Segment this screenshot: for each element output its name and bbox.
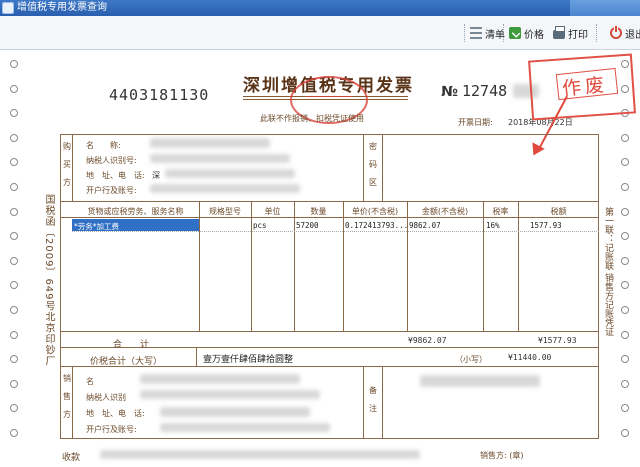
col-header-amount: 金额(不含税) <box>421 207 469 216</box>
col-divider <box>196 347 197 366</box>
printer-icon <box>553 25 565 39</box>
print-button[interactable]: 打印 <box>553 25 588 41</box>
price-icon <box>509 27 521 39</box>
item-unit-price: 0.172413793... <box>345 221 409 230</box>
col-header-spec: 规格型号 <box>209 207 241 216</box>
exit-button[interactable]: 退出 <box>610 25 640 41</box>
buyer-address-label: 地 址、电 话: <box>86 171 145 180</box>
remark-label: 备注 <box>369 386 377 413</box>
col-divider <box>72 134 73 201</box>
price-label: 价格 <box>524 29 544 41</box>
col-divider <box>251 201 252 331</box>
redacted-buyer-name <box>150 138 270 148</box>
total-amount: ¥9862.07 <box>408 336 447 345</box>
redacted-seller-address <box>160 407 310 417</box>
col-divider <box>483 201 484 331</box>
grand-total-words: 壹万壹仟肆佰肆拾圆整 <box>203 355 294 365</box>
buyer-section-label: 购买方 <box>63 142 71 187</box>
item-unit: pcs <box>253 221 267 230</box>
redacted-seller-name <box>140 374 300 384</box>
seller-section-label: 销售方 <box>63 374 71 419</box>
col-divider <box>363 134 364 201</box>
buyer-tax-id-label: 纳税人识别号: <box>86 156 137 165</box>
redacted-buyer-address <box>165 169 295 178</box>
redacted-seller-tax-id <box>140 390 320 399</box>
print-label: 打印 <box>568 29 588 41</box>
grand-total-small: ¥11440.00 <box>508 353 552 362</box>
item-qty: 57200 <box>296 221 319 230</box>
invoice-number-prefix: № <box>441 84 458 100</box>
side-print-code: 国税函〔2009〕649号北京印钞厂 <box>43 194 54 367</box>
toolbar-separator <box>596 24 598 42</box>
total-label: 合 计 <box>113 340 150 350</box>
payee-label: 收款 <box>62 453 81 463</box>
seller-address-label: 地 址、电 话: <box>86 409 145 418</box>
password-area-label: 密码区 <box>369 142 377 187</box>
col-divider <box>382 134 383 201</box>
redacted-footer <box>100 450 420 459</box>
col-divider <box>294 201 295 331</box>
item-name[interactable]: *劳务*加工费 <box>74 221 119 232</box>
total-tax: ¥1577.93 <box>538 336 577 345</box>
buyer-address-partial: 深 <box>152 171 160 180</box>
redacted-buyer-bank <box>150 184 300 193</box>
toolbar-separator <box>464 24 466 42</box>
col-divider <box>199 201 200 331</box>
price-button[interactable]: 价格 <box>509 25 544 41</box>
right-sprocket-holes <box>621 60 631 454</box>
power-icon <box>610 26 622 39</box>
row-dotted-line <box>72 231 599 232</box>
grand-total-small-label: （小写） <box>455 355 487 364</box>
col-header-qty: 数量 <box>310 207 327 216</box>
seller-name-label: 名 <box>86 377 94 386</box>
toolbar: 清单 价格 打印 退出 <box>0 16 640 50</box>
redacted-seller-bank <box>160 423 330 432</box>
clear-list-button[interactable]: 清单 <box>470 25 505 41</box>
row-divider <box>60 331 599 332</box>
window-title: 增值税专用发票查询 <box>17 2 107 13</box>
item-amount: 9862.07 <box>409 221 441 230</box>
seller-bank-label: 开户行及账号: <box>86 425 137 434</box>
list-icon <box>470 27 482 39</box>
col-header-rate: 税率 <box>492 207 509 216</box>
invoice-subtitle: 此联不作报销、扣税凭证使用 <box>260 114 364 123</box>
date-label: 开票日期: <box>458 118 493 127</box>
app-icon <box>2 2 14 14</box>
col-divider <box>363 366 364 439</box>
clear-list-label: 清单 <box>485 29 505 41</box>
col-divider <box>518 201 519 331</box>
col-header-unit-price: 单价(不含税) <box>351 207 399 216</box>
invoice-code: 4403181130 <box>109 86 210 104</box>
col-divider <box>382 366 383 439</box>
item-tax: 1577.93 <box>530 221 562 230</box>
exit-label: 退出 <box>625 29 640 41</box>
window-title-bar: 增值税专用发票查询 <box>0 0 640 16</box>
buyer-name-label: 名 称: <box>86 141 121 150</box>
seller-tax-id-label: 纳税人识别 <box>86 393 126 402</box>
col-header-name: 货物或应税劳务、服务名称 <box>87 207 184 216</box>
col-header-tax: 税额 <box>550 207 567 216</box>
grand-total-label: 价税合计（大写） <box>90 357 163 367</box>
left-sprocket-holes <box>10 60 20 454</box>
window-controls[interactable] <box>570 0 640 16</box>
col-divider <box>72 366 73 439</box>
side-copy-label: 第一联：记账联 销售方记账凭证 <box>603 207 613 336</box>
issuer-label: 销售方: (章) <box>480 451 524 460</box>
invoice-number: 12748 <box>462 82 508 100</box>
toolbar-separator <box>503 24 505 42</box>
col-header-unit: 单位 <box>264 207 281 216</box>
col-divider <box>343 201 344 331</box>
void-stamp: 作废 <box>561 73 610 101</box>
redacted-buyer-tax-id <box>150 154 290 163</box>
buyer-bank-label: 开户行及账号: <box>86 186 137 195</box>
redacted-remark <box>420 375 540 387</box>
item-rate: 16% <box>486 221 500 230</box>
